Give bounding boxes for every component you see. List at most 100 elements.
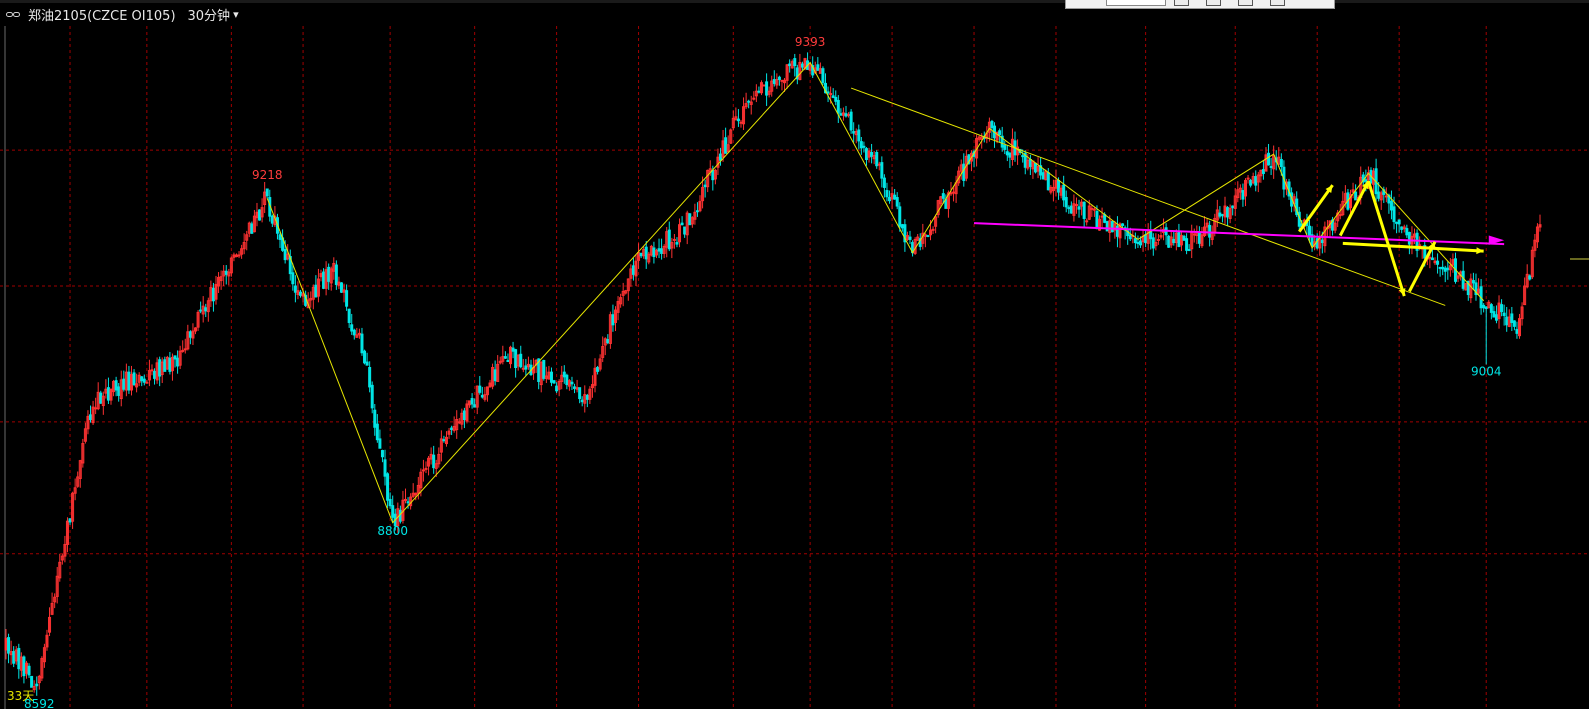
candle-body-down bbox=[258, 209, 262, 221]
candle bbox=[834, 90, 838, 106]
candle bbox=[1389, 190, 1393, 220]
candle-body-down bbox=[188, 331, 192, 338]
candle-body-down bbox=[549, 371, 553, 383]
candle bbox=[1051, 179, 1055, 202]
candle bbox=[754, 84, 758, 103]
toolbar-input[interactable] bbox=[1106, 0, 1166, 6]
candle bbox=[1179, 230, 1183, 252]
candle-body-down bbox=[962, 163, 966, 181]
candle bbox=[1510, 306, 1514, 332]
candle bbox=[1062, 175, 1066, 207]
candle bbox=[593, 358, 597, 393]
chevron-down-icon[interactable]: ▾ bbox=[233, 8, 239, 21]
candle bbox=[1115, 216, 1119, 248]
candle bbox=[1074, 197, 1078, 214]
candle-body-down bbox=[652, 247, 656, 258]
chart-title-bar: 郑油2105(CZCE OI105) 30分钟 ▾ bbox=[0, 0, 1589, 26]
candle-body-down bbox=[173, 355, 177, 360]
candle bbox=[713, 168, 717, 185]
candle-body-down bbox=[293, 285, 297, 293]
candle bbox=[240, 244, 244, 259]
candle-body-down bbox=[1441, 266, 1445, 270]
candle-body-down bbox=[1397, 219, 1401, 225]
contract-title: 郑油2105(CZCE OI105) bbox=[28, 9, 176, 24]
candle bbox=[634, 254, 638, 287]
toolbar-button-4[interactable] bbox=[1270, 0, 1285, 6]
candle-body-down bbox=[1220, 214, 1224, 217]
candle-body-down bbox=[176, 357, 180, 367]
chart-area[interactable]: 921888009393900433天8592 bbox=[0, 0, 1589, 709]
candle bbox=[224, 265, 228, 285]
candle bbox=[759, 80, 763, 96]
period-selector[interactable]: 30分钟 bbox=[188, 5, 231, 24]
candle-body-down bbox=[250, 223, 254, 234]
candle-body-up bbox=[762, 84, 766, 87]
toolbar-button-2[interactable] bbox=[1206, 0, 1221, 6]
candle bbox=[931, 226, 935, 235]
candle bbox=[101, 391, 105, 415]
candle bbox=[506, 353, 510, 363]
candle bbox=[1190, 224, 1194, 259]
candle bbox=[234, 253, 238, 258]
candle bbox=[9, 640, 13, 665]
candle bbox=[1215, 199, 1219, 228]
candle-body-down bbox=[1064, 197, 1068, 208]
toolbar-button-1[interactable] bbox=[1174, 0, 1189, 6]
candle bbox=[429, 447, 433, 465]
candle bbox=[1023, 150, 1027, 175]
candle bbox=[498, 356, 502, 365]
candle-body-down bbox=[793, 58, 797, 67]
candle-body-down bbox=[895, 197, 899, 207]
candle bbox=[1464, 282, 1468, 291]
candle bbox=[1502, 304, 1506, 326]
candle-body-up bbox=[752, 97, 756, 100]
candle bbox=[880, 156, 884, 188]
candle bbox=[1005, 145, 1009, 162]
candle bbox=[1448, 258, 1452, 277]
candle bbox=[542, 359, 546, 381]
candle bbox=[1049, 185, 1053, 195]
candle bbox=[680, 216, 684, 226]
candle-body-down bbox=[1218, 212, 1222, 217]
candle bbox=[818, 62, 822, 74]
candle-body-down bbox=[27, 665, 31, 676]
candle-body-down bbox=[1231, 205, 1235, 209]
candle-body-down bbox=[339, 282, 343, 293]
candle bbox=[1525, 264, 1529, 289]
candle bbox=[129, 365, 133, 396]
candle bbox=[1520, 302, 1524, 326]
candle bbox=[731, 110, 735, 131]
grid-layer bbox=[0, 26, 1589, 709]
candle-body-down bbox=[1133, 238, 1137, 244]
candle bbox=[662, 244, 666, 259]
candle bbox=[421, 459, 425, 482]
candle bbox=[893, 188, 897, 200]
candle bbox=[411, 483, 415, 498]
candle-body-up bbox=[780, 79, 784, 82]
candle-body-down bbox=[406, 501, 410, 504]
candle bbox=[360, 327, 364, 356]
candle-body-down bbox=[1187, 249, 1191, 252]
candle-body-down bbox=[1528, 275, 1532, 280]
candle bbox=[616, 296, 620, 321]
candle bbox=[357, 328, 361, 339]
candle bbox=[1267, 143, 1271, 166]
candle bbox=[514, 348, 518, 378]
candle-body-down bbox=[573, 386, 577, 389]
candle-body-down bbox=[834, 96, 838, 102]
candle bbox=[350, 313, 354, 335]
candle-body-down bbox=[680, 222, 684, 226]
candle bbox=[1149, 220, 1153, 250]
candle-body-down bbox=[1505, 316, 1509, 326]
candle bbox=[583, 385, 587, 413]
candle-body-down bbox=[493, 369, 497, 382]
candle bbox=[549, 367, 553, 387]
candle-body-down bbox=[1110, 221, 1114, 233]
candle-body-down bbox=[1377, 191, 1381, 199]
candle-body-down bbox=[724, 137, 728, 154]
candle bbox=[214, 275, 218, 305]
candle bbox=[870, 143, 874, 164]
link-icon[interactable] bbox=[6, 10, 22, 20]
toolbar-button-3[interactable] bbox=[1238, 0, 1253, 6]
candle bbox=[767, 86, 771, 98]
